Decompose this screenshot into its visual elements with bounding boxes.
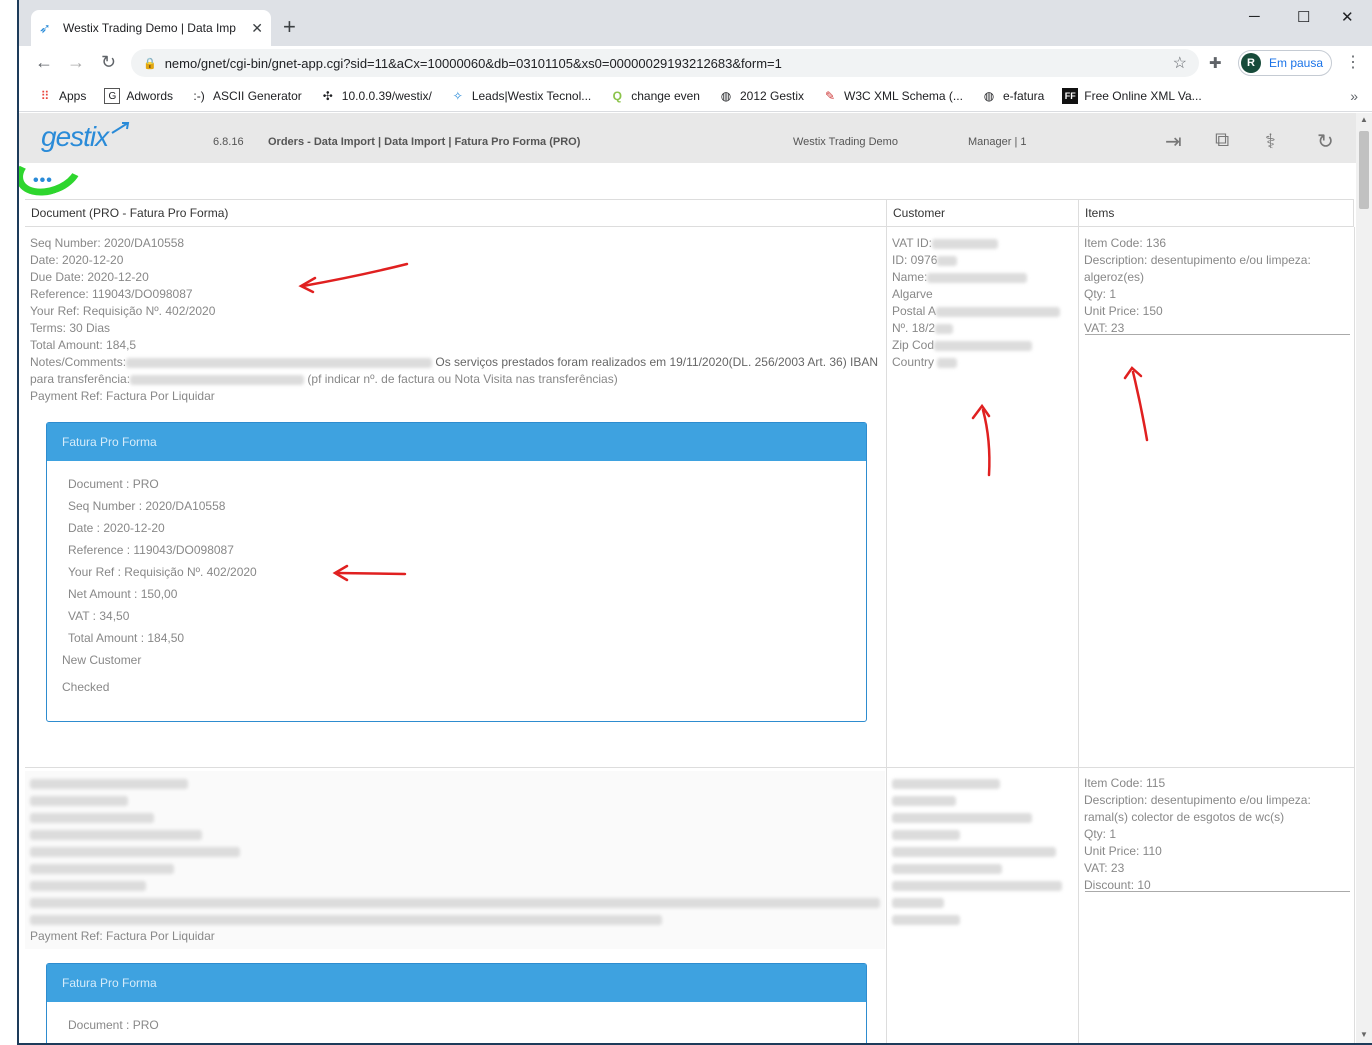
arrow-customer-annotation-head	[971, 403, 991, 420]
scrollbar-thumb[interactable]	[1359, 131, 1369, 209]
arrow-document-annotation	[301, 262, 409, 288]
arrow-proforma-annotation	[335, 571, 407, 576]
browser-window: ➶ Westix Trading Demo | Data Imp ✕ + ─ ☐…	[17, 0, 1372, 1045]
arrow-customer-annotation	[981, 408, 991, 477]
scroll-down-icon[interactable]: ▼	[1360, 1030, 1368, 1039]
scroll-up-icon[interactable]: ▲	[1360, 115, 1368, 124]
red-annotation-arrows	[298, 262, 1149, 582]
page-scrollbar[interactable]: ▲ ▼	[1356, 113, 1372, 1043]
arrow-items-annotation	[1131, 370, 1149, 442]
